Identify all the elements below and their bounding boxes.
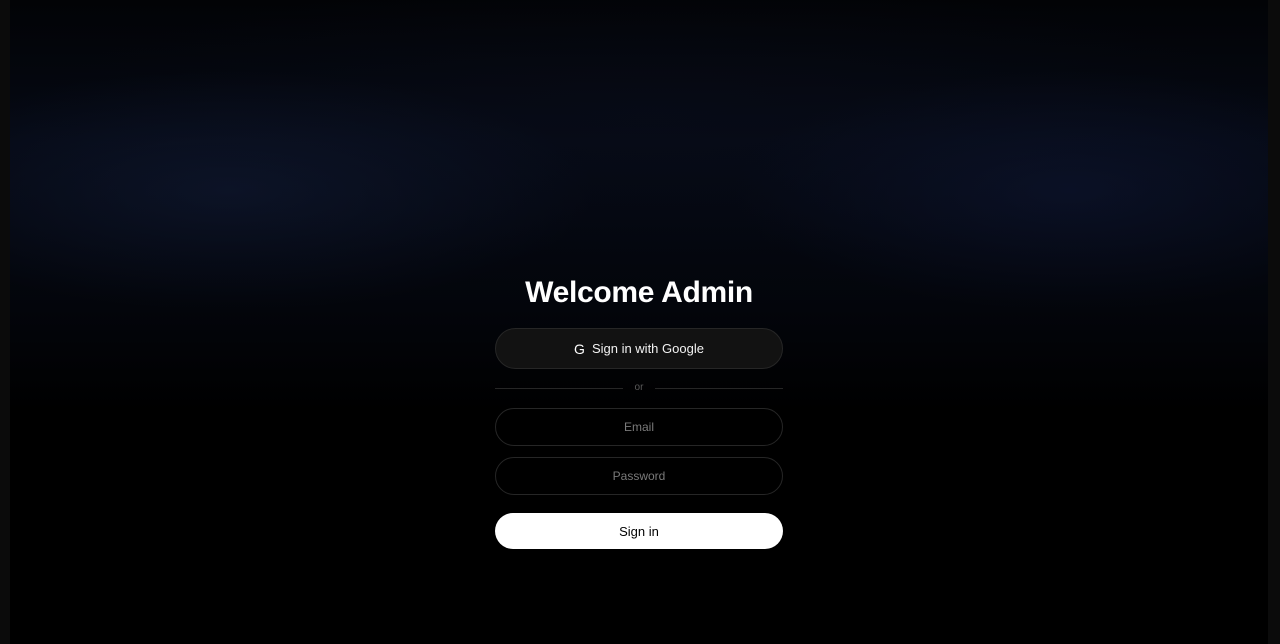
login-page: Welcome Admin G Sign in with Google or S… (0, 0, 1280, 644)
google-icon: G (574, 340, 585, 357)
right-edge (1268, 0, 1280, 644)
page-title: Welcome Admin (525, 276, 753, 309)
left-edge (0, 0, 10, 644)
divider-line-right (655, 387, 783, 389)
password-field[interactable] (495, 457, 783, 495)
email-field[interactable] (495, 408, 783, 446)
google-sign-in-label: Sign in with Google (591, 341, 704, 356)
google-sign-in-button[interactable]: G Sign in with Google (495, 328, 783, 369)
divider-label: or (634, 382, 644, 393)
sign-in-button[interactable]: Sign in (495, 513, 783, 549)
or-divider: or (495, 381, 783, 395)
divider-line-left (495, 387, 623, 389)
login-panel: Welcome Admin G Sign in with Google or S… (495, 275, 783, 549)
